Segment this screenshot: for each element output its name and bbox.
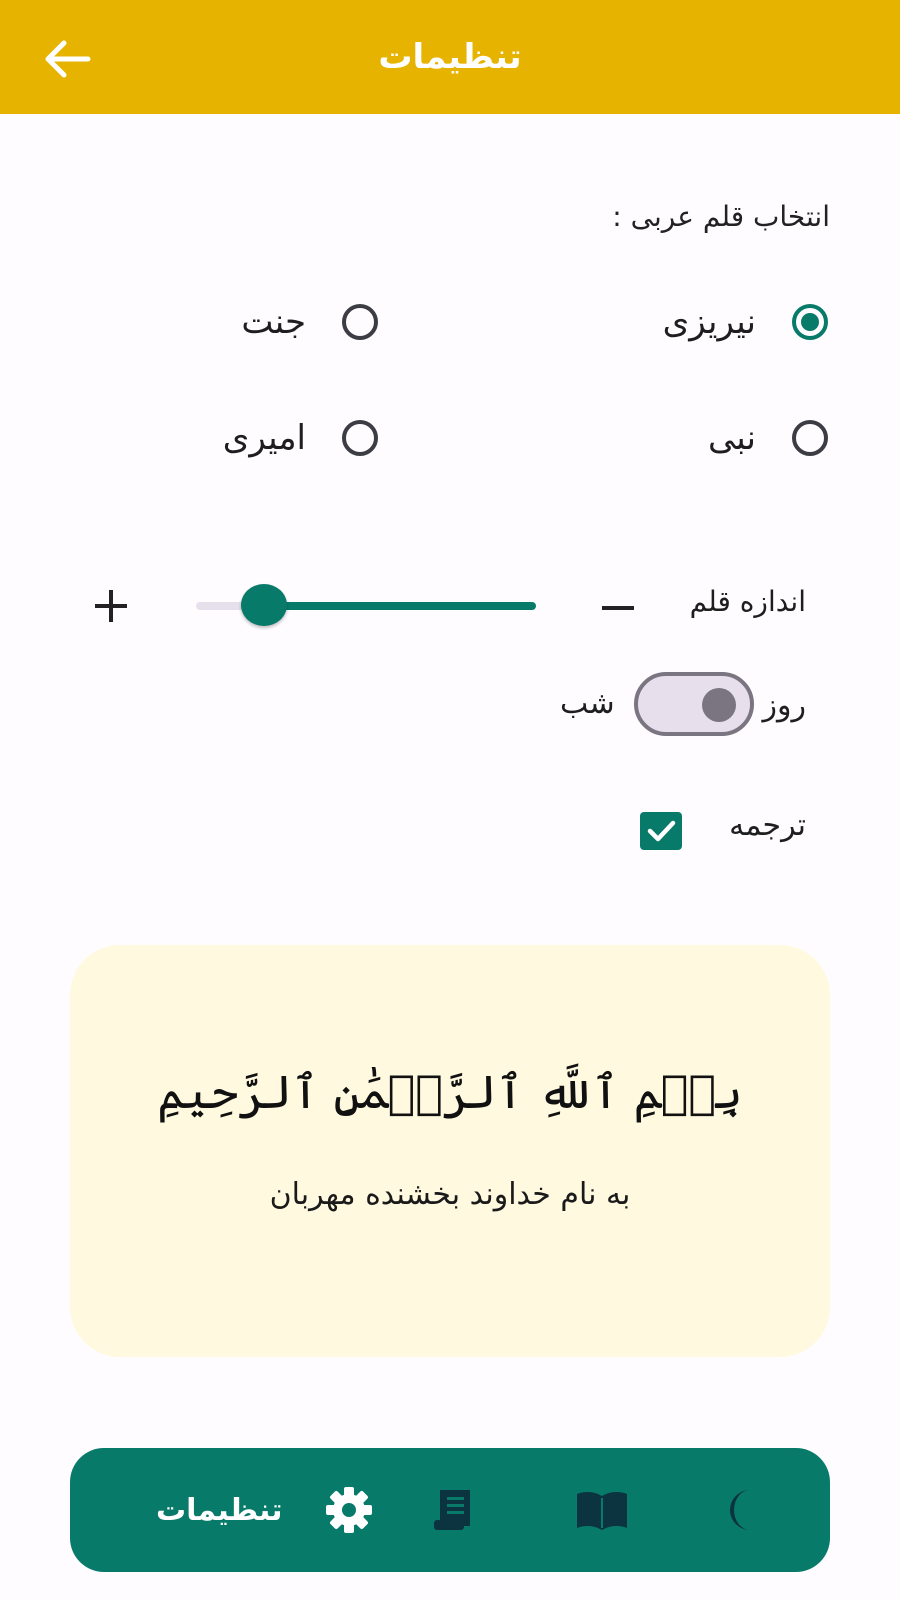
translation-label: ترجمه [729,808,806,843]
font-size-slider[interactable] [196,580,536,632]
radio-label: نبی [707,418,756,458]
nav-item-prayer[interactable] [720,1448,768,1572]
radio-font-option-1[interactable]: نیریزی [663,302,828,342]
slider-active-track [264,602,536,610]
radio-font-option-4[interactable]: امیری [223,418,378,458]
gear-icon [325,1487,372,1533]
page-title: تنظیمات [378,37,522,77]
night-label: شب [560,686,615,721]
notes-icon [434,1490,470,1530]
nav-item-notes[interactable] [430,1448,478,1572]
decrease-font-size-button[interactable] [600,590,636,626]
radio-label: نیریزی [662,302,756,342]
minus-icon [602,606,634,610]
toggle-knob [702,688,736,722]
day-label: روز [762,688,806,723]
radio-font-option-2[interactable]: جنت [241,302,378,342]
slider-thumb[interactable] [241,584,287,626]
crescent-moon-icon [730,1490,750,1530]
checkmark-icon [647,820,676,842]
increase-font-size-button[interactable] [93,588,129,624]
nav-item-settings[interactable]: تنظیمات [148,1448,375,1572]
preview-translation-text: به نام خداوند بخشنده مهربان [269,1177,631,1212]
bottom-navigation: تنظیمات [70,1448,830,1572]
font-size-label: اندازه قلم [689,585,806,618]
preview-arabic-text: بِسۡمِ ٱللَّهِ ٱلرَّحۡمَٰنِ ٱلرَّحِيمِ [157,1065,743,1119]
radio-selected-icon [792,304,828,340]
radio-unselected-icon [792,420,828,456]
app-bar: تنظیمات [0,0,900,114]
font-select-label: انتخاب قلم عربی : [612,200,830,233]
radio-unselected-icon [342,420,378,456]
back-arrow-icon[interactable] [38,34,94,84]
radio-label: جنت [241,302,306,342]
radio-unselected-icon [342,304,378,340]
theme-toggle-switch[interactable] [634,672,754,736]
open-book-icon [577,1491,627,1530]
plus-icon [95,590,127,622]
font-preview-card: بِسۡمِ ٱللَّهِ ٱلرَّحۡمَٰنِ ٱلرَّحِيمِ ب… [70,945,830,1357]
translation-checkbox[interactable] [640,812,682,850]
nav-item-quran[interactable] [574,1448,630,1572]
radio-font-option-3[interactable]: نبی [708,418,828,458]
radio-label: امیری [222,418,306,458]
nav-settings-label: تنظیمات [156,1492,283,1528]
